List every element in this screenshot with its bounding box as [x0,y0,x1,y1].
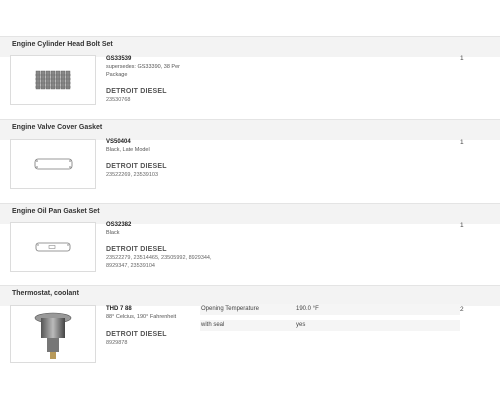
part-number[interactable]: OS32382 [106,222,131,228]
quantity: 1 [460,139,464,146]
part-number[interactable]: VS50404 [106,139,131,145]
reference-numbers: 23522269, 23539103 [106,172,158,178]
reference-numbers: 23522279, 23514465, 23505992, 8929344, 8… [106,255,212,269]
spec-label: Opening Temperature [201,306,259,312]
part-description: 88° Celcius, 190° Fahrenheit [106,314,177,320]
section-title: Engine Cylinder Head Bolt Set [12,41,113,48]
part-number[interactable]: THD 7 88 [106,306,132,312]
part-description: Black [106,230,120,236]
section-header-thermostat-coolant: Thermostat, coolant [0,285,500,306]
part-number[interactable]: GS33539 [106,56,131,62]
part-description: Black, Late Model [106,147,150,153]
brand-label: DETROIT DIESEL [106,163,167,170]
spec-label: with seal [201,322,225,328]
part-description: supersedes: GS33390, 38 Per Package [106,64,180,78]
section-title: Thermostat, coolant [12,290,79,297]
brand-label: DETROIT DIESEL [106,246,167,253]
brand-label: DETROIT DIESEL [106,88,167,95]
thermostat-thumbnail[interactable] [10,305,96,363]
bolt-set-thumbnail[interactable] [10,55,96,105]
quantity: 2 [460,306,464,313]
spec-value: yes [296,322,306,328]
brand-label: DETROIT DIESEL [106,331,167,338]
spec-value: 190.0 °F [296,306,319,312]
oil-pan-gasket-thumbnail[interactable] [10,222,96,272]
quantity: 1 [460,222,464,229]
valve-cover-gasket-thumbnail[interactable] [10,139,96,189]
spec-row [200,320,460,331]
quantity: 1 [460,55,464,62]
section-header-oil-pan-gasket-set: Engine Oil Pan Gasket Set [0,203,500,224]
reference-numbers: 23530768 [106,97,131,103]
section-header-valve-cover-gasket: Engine Valve Cover Gasket [0,119,500,140]
reference-numbers: 8929878 [106,340,128,346]
section-header-cylinder-head-bolt-set: Engine Cylinder Head Bolt Set [0,36,500,57]
section-title: Engine Oil Pan Gasket Set [12,208,100,215]
section-title: Engine Valve Cover Gasket [12,124,103,131]
